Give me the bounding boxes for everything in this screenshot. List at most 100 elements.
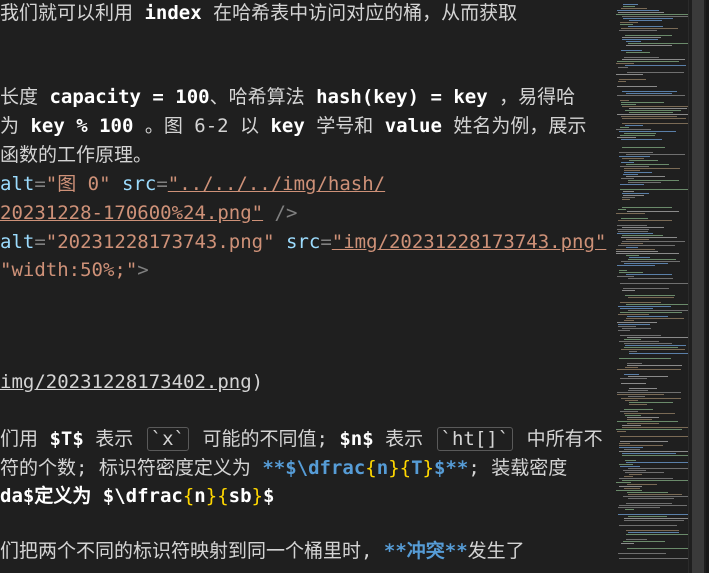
- minimap-line: [618, 514, 688, 515]
- minimap-line: [622, 241, 685, 242]
- minimap-line: [617, 61, 679, 62]
- minimap-line: [626, 318, 684, 319]
- minimap-line: [622, 123, 688, 124]
- editor-line: 函数的工作原理。: [0, 141, 152, 170]
- minimap-line: [622, 118, 686, 119]
- minimap-line: [620, 466, 640, 467]
- minimap-line: [628, 182, 661, 183]
- minimap-line: [621, 349, 685, 350]
- minimap-line: [618, 220, 672, 221]
- vertical-scrollbar[interactable]: [688, 0, 707, 573]
- minimap-line: [621, 178, 634, 179]
- bold-text: **冲突**: [383, 540, 468, 562]
- text: 、哈希算法: [209, 86, 317, 108]
- minimap-line: [626, 247, 638, 248]
- minimap-line: [623, 470, 646, 471]
- minimap-line: [620, 436, 688, 437]
- minimap-line: [623, 541, 665, 542]
- text: ; 装载密度: [468, 457, 568, 479]
- minimap-line: [629, 108, 687, 109]
- inline-code: key: [270, 115, 305, 137]
- editor-line: img/20231228173402.png): [0, 368, 263, 397]
- minimap-line: [626, 503, 672, 504]
- minimap-line: [624, 347, 678, 348]
- editor-line: alt="20231228173743.png" src="img/202312…: [0, 231, 607, 253]
- minimap-line: [629, 353, 688, 354]
- minimap-line: [624, 409, 653, 410]
- minimap-line: [616, 129, 651, 130]
- html-string: "width:50%;": [0, 259, 138, 281]
- editor-line: 长度 capacity = 100、哈希算法 hash(key) = key ，…: [0, 83, 575, 112]
- minimap-line: [617, 86, 657, 87]
- minimap-line: [625, 367, 638, 368]
- minimap-line: [616, 63, 634, 64]
- minimap-line: [619, 464, 633, 465]
- minimap-line: [629, 257, 650, 258]
- link[interactable]: "../../../img/hash/: [168, 173, 385, 195]
- minimap-line: [619, 525, 677, 526]
- minimap-line: [624, 518, 688, 519]
- minimap-line: [618, 507, 660, 508]
- tag-close: />: [263, 202, 298, 224]
- minimap-line: [619, 558, 688, 559]
- text: 表示: [373, 428, 435, 450]
- scrollbar-thumb[interactable]: [692, 0, 704, 573]
- minimap-line: [621, 398, 681, 399]
- minimap-line: [629, 112, 673, 113]
- minimap-line: [628, 278, 673, 279]
- minimap-line: [621, 104, 636, 105]
- minimap-line: [629, 404, 647, 405]
- minimap-line: [619, 486, 642, 487]
- minimap-line: [620, 135, 655, 136]
- minimap[interactable]: [612, 0, 688, 573]
- minimap-line: [628, 376, 668, 377]
- minimap-line: [628, 180, 679, 181]
- minimap-line: [617, 95, 685, 96]
- minimap-line: [619, 156, 650, 157]
- inline-code: `x`: [146, 427, 189, 451]
- tag-close: >: [137, 259, 149, 281]
- minimap-line: [624, 413, 675, 414]
- minimap-line: [616, 74, 643, 75]
- minimap-line: [619, 272, 643, 273]
- minimap-line: [617, 229, 649, 230]
- text: 表示: [83, 428, 145, 450]
- text: 姓名为例，展示: [441, 115, 587, 137]
- minimap-line: [627, 72, 684, 73]
- inline-code: hash(key) = key: [316, 86, 488, 108]
- text: 我们就可以利用: [0, 2, 145, 24]
- minimap-line: [621, 162, 634, 163]
- link[interactable]: "img/20231228173743.png": [332, 231, 607, 253]
- minimap-line: [617, 10, 659, 11]
- minimap-line: [622, 91, 677, 92]
- minimap-line: [618, 245, 675, 246]
- link[interactable]: 20231228-170600%24.png": [0, 202, 263, 224]
- html-attribute: alt: [0, 231, 35, 253]
- bold-text: n: [376, 457, 389, 479]
- editor-pane[interactable]: 我们就可以利用 index 在哈希表中访问对应的桶，从而获取 长度 capaci…: [0, 0, 612, 573]
- minimap-line: [626, 462, 688, 463]
- minimap-line: [624, 133, 656, 134]
- minimap-line: [622, 453, 676, 454]
- minimap-line: [625, 295, 675, 296]
- minimap-line: [620, 308, 653, 309]
- minimap-line: [626, 93, 672, 94]
- minimap-line: [620, 24, 633, 25]
- minimap-line: [621, 102, 664, 103]
- text: 符的个数; 标识符密度定义为: [0, 457, 263, 479]
- html-string: "20231228173743.png": [45, 231, 275, 253]
- brace: {: [365, 457, 377, 479]
- minimap-line: [628, 516, 667, 517]
- math: da$定义为: [0, 485, 103, 507]
- math: sb: [228, 485, 252, 507]
- minimap-line: [628, 494, 682, 495]
- link[interactable]: img/20231228173402.png: [0, 371, 252, 393]
- minimap-line: [621, 8, 647, 9]
- minimap-line: [628, 259, 676, 260]
- minimap-line: [621, 543, 634, 544]
- minimap-line: [628, 532, 679, 533]
- minimap-line: [618, 67, 628, 68]
- minimap-line: [625, 400, 638, 401]
- editor-line: 们把两个不同的标识符映射到同一个桶里时, **冲突**发生了: [0, 537, 525, 566]
- minimap-line: [619, 478, 673, 479]
